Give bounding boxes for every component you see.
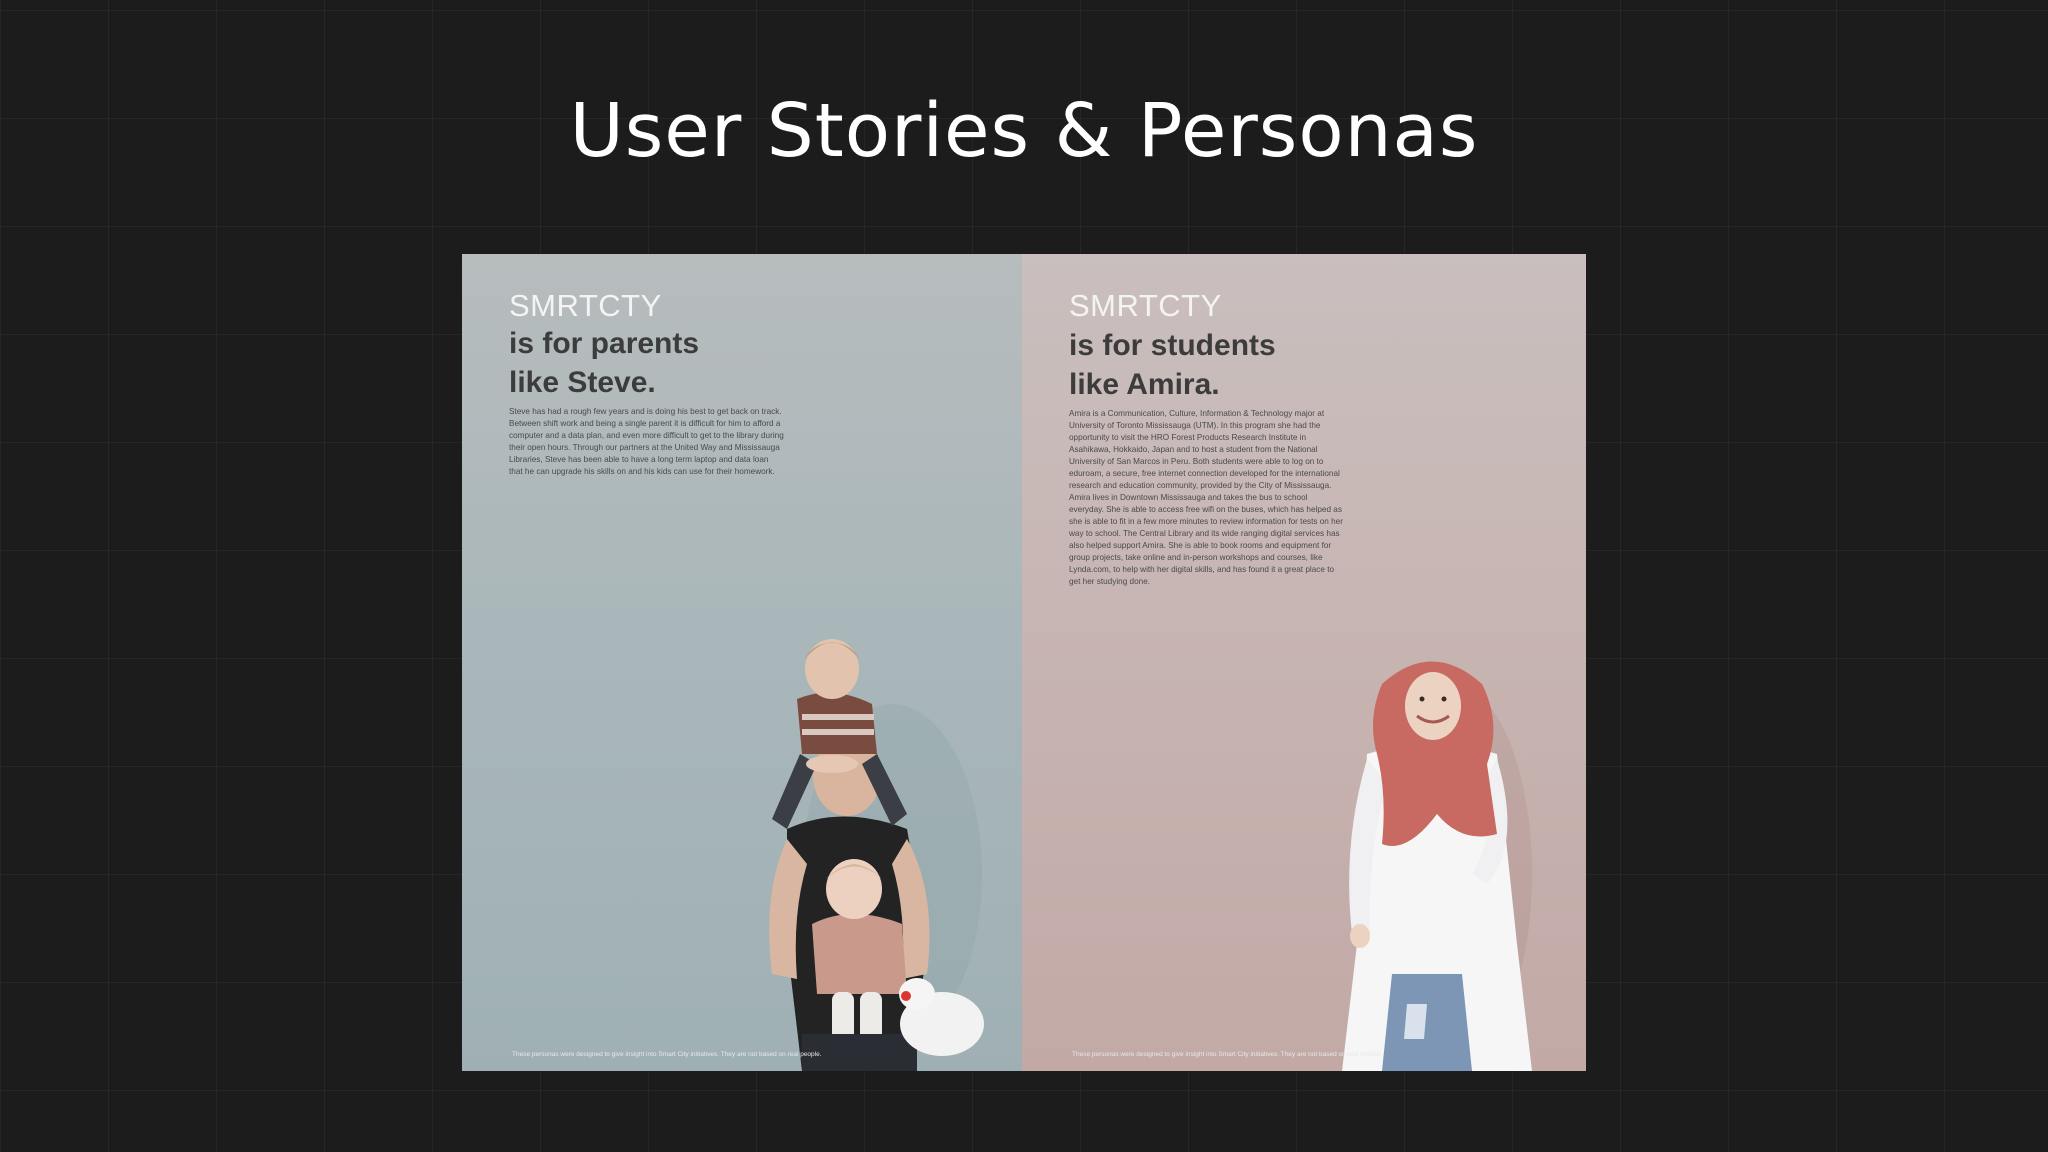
father-with-two-children-photo xyxy=(769,639,984,1071)
persona-page-steve: SMRTCTY is for parents like Steve. Steve… xyxy=(462,254,1022,1071)
student-in-hijab-photo xyxy=(1342,661,1532,1071)
persona-disclaimer: These personas were designed to give ins… xyxy=(512,1051,822,1058)
brand-logo: SMRTCTY xyxy=(1069,288,1222,323)
headline-line-2: like Amira. xyxy=(1069,368,1220,401)
persona-story: Amira is a Communication, Culture, Infor… xyxy=(1069,409,1343,586)
persona-headline: is for parents like Steve. xyxy=(509,324,699,402)
persona-headline: is for students like Amira. xyxy=(1069,326,1276,404)
persona-spread-image: SMRTCTY is for parents like Steve. Steve… xyxy=(462,254,1586,1071)
headline-line-1: is for students xyxy=(1069,329,1276,362)
persona-story: Steve has had a rough few years and is d… xyxy=(509,407,784,476)
slide-title: User Stories & Personas xyxy=(569,88,1479,174)
headline-line-1: is for parents xyxy=(509,327,700,360)
persona-disclaimer: These personas were designed to give ins… xyxy=(1072,1051,1382,1058)
brand-logo: SMRTCTY xyxy=(509,288,662,323)
headline-line-2: like Steve. xyxy=(509,366,656,399)
persona-page-amira: SMRTCTY is for students like Amira. Amir… xyxy=(1022,254,1586,1071)
